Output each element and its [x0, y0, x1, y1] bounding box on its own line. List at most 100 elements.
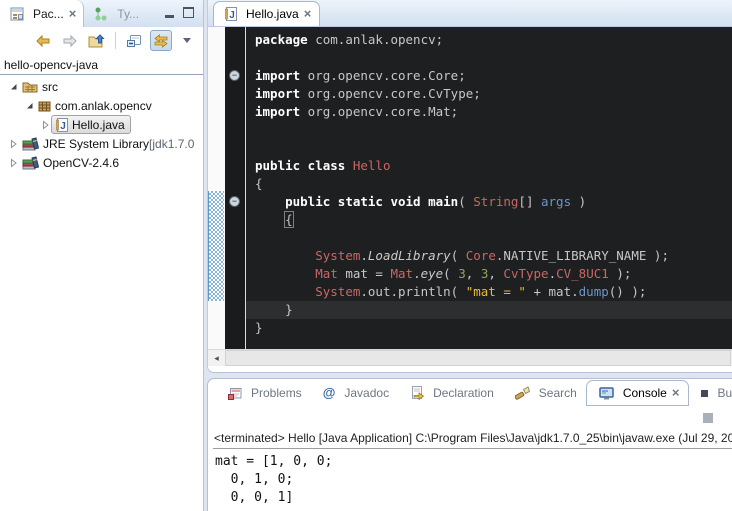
bottom-tab-console[interactable]: Console ×: [586, 380, 690, 406]
bottom-tab-label: Problems: [251, 386, 302, 400]
chevron-down-icon: [183, 38, 192, 44]
code-token: import: [255, 104, 300, 119]
code-token: [255, 248, 315, 263]
console-panel: Problems@JavadocDeclarationSearchConsole…: [207, 378, 732, 511]
code-line-13: System.LoadLibrary( Core.NATIVE_LIBRARY_…: [246, 247, 732, 265]
tree-item-opencv-2-4-6[interactable]: OpenCV-2.4.6: [0, 153, 203, 172]
code-token: (: [443, 266, 458, 281]
code-token: import: [255, 86, 300, 101]
code-token: + mat.: [526, 284, 579, 299]
bottom-tab-javadoc[interactable]: @Javadoc: [311, 380, 398, 406]
console-output[interactable]: mat = [1, 0, 0; 0, 1, 0; 0, 0, 1]: [208, 449, 732, 507]
code-line-1: package com.anlak.opencv;: [246, 31, 732, 49]
code-token: Core: [466, 248, 496, 263]
code-token: [255, 212, 285, 227]
link-with-editor-button[interactable]: [150, 30, 172, 51]
tree-item-src[interactable]: src: [0, 77, 203, 96]
horizontal-scrollbar[interactable]: ◂: [208, 349, 732, 366]
eclipse-workbench: Pac...×Ty... hello-opencv-java srccom.an…: [0, 0, 732, 511]
code-line-12: [246, 229, 732, 247]
close-icon[interactable]: ×: [69, 9, 77, 19]
up-folder-icon: [88, 34, 105, 48]
tree-item-content: JRE System Library [jdk1.7.0: [19, 137, 194, 151]
collapsed-arrow-icon[interactable]: [8, 139, 19, 149]
view-tab-pac[interactable]: Pac...×: [0, 0, 84, 27]
collapsed-arrow-icon[interactable]: [8, 158, 19, 168]
forward-button[interactable]: [59, 30, 81, 51]
code-token: "mat = ": [466, 284, 526, 299]
expanded-arrow-icon[interactable]: [8, 82, 19, 91]
bottom-tab-label: Console: [623, 386, 667, 400]
maximize-button[interactable]: [183, 5, 194, 23]
console-line-2: 0, 1, 0;: [215, 471, 732, 489]
bottom-tab-label: Declaration: [433, 386, 494, 400]
tree-item-com-anlak-opencv[interactable]: com.anlak.opencv: [0, 96, 203, 115]
code-token: .: [549, 266, 557, 281]
code-line-15: System.out.println( "mat = " + mat.dump(…: [246, 283, 732, 301]
bottom-tab-search[interactable]: Search: [503, 380, 586, 406]
code-token: String: [473, 194, 518, 209]
back-button[interactable]: [32, 30, 54, 51]
editor-tab-label: Hello.java: [246, 7, 299, 21]
bottom-tab-bug-explorer[interactable]: Bug Explorer: [689, 380, 732, 406]
code-line-8: public class Hello: [246, 157, 732, 175]
annotation-ruler: [208, 27, 225, 349]
code-token: (: [451, 248, 466, 263]
code-token: com.anlak.opencv;: [308, 32, 443, 47]
project-tree: srccom.anlak.opencvJHello.java JRE System…: [0, 77, 203, 172]
code-token: System: [315, 284, 360, 299]
link-editor-icon: [153, 34, 169, 48]
code-editor[interactable]: − − package com.anlak.opencv; import org.o…: [208, 27, 732, 349]
tree-item-label: OpenCV-2.4.6: [43, 156, 119, 170]
minimize-button[interactable]: [165, 5, 174, 23]
code-token: []: [518, 194, 541, 209]
bottom-tab-declaration[interactable]: Declaration: [398, 380, 503, 406]
library-icon: [22, 137, 39, 151]
package-explorer-icon: [10, 7, 24, 21]
editor-tab-hello-java[interactable]: J Hello.java ×: [213, 1, 320, 26]
search-icon: [515, 386, 530, 400]
console-title: <terminated> Hello [Java Application] C:…: [213, 431, 732, 449]
view-menu-button[interactable]: [181, 30, 195, 51]
code-token: mat =: [338, 266, 391, 281]
tree-item-hello-java[interactable]: JHello.java: [0, 115, 203, 134]
code-token: ,: [488, 266, 503, 281]
package-folder-icon: [22, 80, 38, 93]
code-token: public class: [255, 158, 345, 173]
fold-collapse-icon[interactable]: −: [229, 196, 240, 207]
problems-icon: [228, 387, 242, 400]
expanded-arrow-icon[interactable]: [24, 101, 35, 110]
code-token: dump: [579, 284, 609, 299]
tree-item-jre-system-library[interactable]: JRE System Library [jdk1.7.0: [0, 134, 203, 153]
forward-arrow-icon: [62, 35, 78, 47]
code-token: Mat: [315, 266, 338, 281]
code-token: package: [255, 32, 308, 47]
view-tab-ty[interactable]: Ty...: [84, 0, 146, 27]
back-arrow-icon: [35, 35, 51, 47]
code-line-5: import org.opencv.core.Mat;: [246, 103, 732, 121]
code-token: .NATIVE_LIBRARY_NAME );: [496, 248, 669, 263]
scroll-left-icon[interactable]: ◂: [208, 353, 225, 364]
collapsed-arrow-icon[interactable]: [40, 120, 51, 130]
code-line-6: [246, 121, 732, 139]
code-token: args: [541, 194, 571, 209]
code-token: );: [609, 266, 632, 281]
close-icon[interactable]: ×: [304, 9, 312, 19]
maximize-icon: [183, 7, 194, 18]
code-token: CV_8UC1: [556, 266, 609, 281]
code-token: CvType: [503, 266, 548, 281]
tree-item-content: JHello.java: [51, 115, 131, 134]
code-token: [255, 284, 315, 299]
fold-collapse-icon[interactable]: −: [229, 70, 240, 81]
close-icon[interactable]: ×: [672, 388, 680, 398]
java-file-icon: J: [225, 7, 237, 21]
bottom-tab-problems[interactable]: Problems: [216, 380, 311, 406]
go-up-button[interactable]: [86, 30, 108, 51]
code-area[interactable]: package com.anlak.opencv; import org.open…: [246, 27, 732, 349]
tree-item-content: OpenCV-2.4.6: [19, 156, 119, 170]
view-tab-label: Ty...: [117, 7, 139, 21]
collapse-all-button[interactable]: [123, 30, 145, 51]
scrollbar-thumb[interactable]: [225, 350, 731, 366]
library-icon: [22, 156, 39, 170]
code-token: }: [255, 302, 293, 317]
